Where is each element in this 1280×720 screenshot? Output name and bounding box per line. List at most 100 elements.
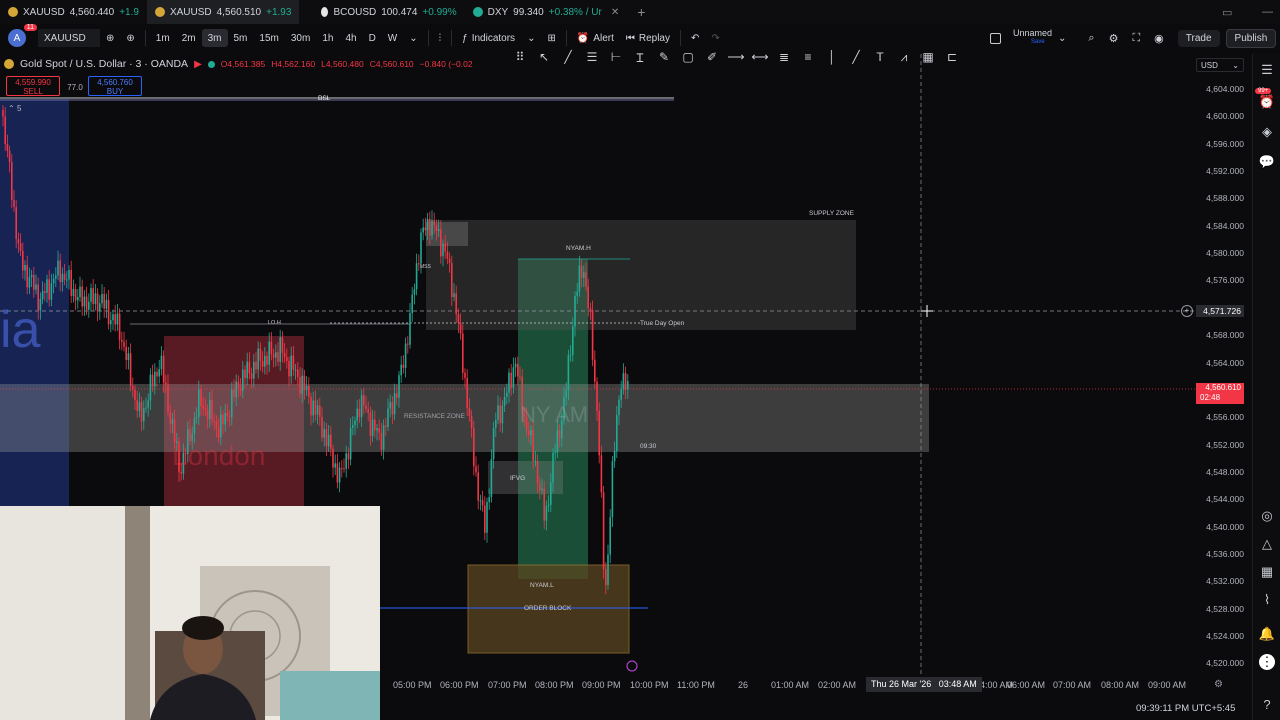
close-tab-icon[interactable]: ✕ bbox=[611, 7, 619, 18]
axis-settings-icon[interactable]: ⚙ bbox=[1214, 679, 1223, 690]
candle-body bbox=[257, 348, 259, 370]
target-icon[interactable]: ◎ bbox=[1259, 508, 1275, 524]
candle-body bbox=[35, 284, 37, 290]
add-symbol-icon[interactable]: ⊕ bbox=[120, 33, 140, 44]
long-position-icon[interactable]: ⊏ bbox=[944, 49, 960, 65]
new-tab-icon[interactable]: + bbox=[637, 4, 645, 20]
user-avatar[interactable]: A 11 bbox=[8, 24, 37, 47]
horizontal-lines-icon[interactable]: ☰ bbox=[584, 49, 600, 65]
gold-icon bbox=[154, 7, 165, 17]
candle-body bbox=[574, 295, 576, 327]
bell-icon[interactable]: 🔔 bbox=[1259, 626, 1275, 642]
buy-price: 4,560.760 bbox=[97, 78, 133, 87]
settings-icon[interactable]: ⚙ bbox=[1109, 32, 1119, 45]
minimize-icon[interactable]: — bbox=[1262, 6, 1273, 18]
chat-icon[interactable]: 💬 bbox=[1259, 154, 1275, 170]
chevron-down-icon[interactable]: ⌄ bbox=[403, 33, 423, 44]
candles-icon[interactable]: ⫶ bbox=[433, 33, 448, 44]
window-icon[interactable]: ▭ bbox=[1222, 6, 1232, 19]
text-icon[interactable]: T bbox=[872, 49, 888, 65]
interval-15m[interactable]: 15m bbox=[253, 33, 284, 44]
candle-body bbox=[429, 219, 431, 236]
candle-body bbox=[107, 299, 110, 325]
layers-icon[interactable]: ◈ bbox=[1259, 124, 1275, 140]
layout-name[interactable]: Unnamed Save bbox=[1013, 29, 1052, 47]
candle-body bbox=[440, 229, 442, 257]
replay-button[interactable]: ⏮ Replay bbox=[620, 33, 676, 44]
cursor-icon[interactable]: ↖ bbox=[536, 49, 552, 65]
rectangle-icon[interactable]: ▢ bbox=[680, 49, 696, 65]
interval-w[interactable]: W bbox=[382, 33, 403, 44]
extended-line-icon[interactable]: ⟷ bbox=[751, 49, 768, 65]
interval-1m[interactable]: 1m bbox=[150, 33, 176, 44]
layout-checkbox-icon[interactable] bbox=[990, 32, 1001, 44]
fib-icon[interactable]: ≣ bbox=[776, 49, 792, 65]
tab-change: +0.38% / Ur bbox=[548, 6, 602, 18]
interval-4h[interactable]: 4h bbox=[339, 33, 362, 44]
candle-body bbox=[334, 463, 336, 468]
channel-icon[interactable]: ≡ bbox=[800, 49, 816, 65]
templates-icon[interactable]: ⊞ bbox=[541, 33, 561, 44]
interval-2m[interactable]: 2m bbox=[176, 33, 202, 44]
interval-d[interactable]: D bbox=[363, 33, 382, 44]
undo-icon[interactable]: ↶ bbox=[685, 33, 705, 44]
tab-dxy[interactable]: DXY 99.340 +0.38% / Ur ✕ bbox=[465, 0, 628, 24]
alerts-icon[interactable]: ⏰ bbox=[1259, 94, 1275, 110]
range-icon[interactable]: ⊢ bbox=[608, 49, 624, 65]
line-icon[interactable]: ╱ bbox=[848, 49, 864, 65]
drag-handle-icon[interactable]: ⠿ bbox=[512, 49, 528, 65]
indicator-count: 5 bbox=[16, 104, 22, 113]
ideas-icon[interactable]: △ bbox=[1259, 536, 1275, 552]
indicators-button[interactable]: ƒ Indicators bbox=[456, 33, 521, 44]
chevron-down-icon[interactable]: ⌄ bbox=[521, 33, 541, 44]
grid-icon[interactable]: ▦ bbox=[920, 49, 936, 65]
interval-5m[interactable]: 5m bbox=[228, 33, 254, 44]
candle-body bbox=[517, 363, 519, 377]
redo-icon[interactable]: ↷ bbox=[705, 33, 725, 44]
watchlist-icon[interactable]: ☰ bbox=[1259, 62, 1275, 78]
indicator-toggle[interactable]: ⌃ 5 bbox=[8, 104, 21, 113]
ray-icon[interactable]: ⟶ bbox=[727, 49, 744, 65]
broadcast-icon[interactable]: ⌇ bbox=[1259, 592, 1275, 608]
camera-icon[interactable]: ◉ bbox=[1154, 32, 1164, 45]
symbol-search[interactable]: XAUUSD bbox=[38, 29, 100, 47]
candle-body bbox=[66, 279, 68, 281]
interval-1h[interactable]: 1h bbox=[316, 33, 339, 44]
red-flag-icon[interactable]: ▶ bbox=[194, 59, 202, 70]
candle-body bbox=[605, 569, 607, 586]
legend-title[interactable]: Gold Spot / U.S. Dollar · 3 · OANDA bbox=[20, 58, 188, 70]
apps-icon[interactable]: ⋮ bbox=[1259, 654, 1275, 670]
compare-icon[interactable]: ⊕ bbox=[100, 33, 120, 44]
buy-button[interactable]: 4,560.760 BUY bbox=[88, 76, 142, 96]
currency-select[interactable]: USD ⌄ bbox=[1196, 58, 1244, 72]
calendar-icon[interactable]: ▦ bbox=[1259, 564, 1275, 580]
interval-30m[interactable]: 30m bbox=[285, 33, 316, 44]
path-icon[interactable]: ⩘ bbox=[896, 49, 912, 65]
tab-xauusd-1[interactable]: XAUUSD 4,560.440 +1.9 bbox=[0, 0, 147, 24]
drawing-toolbar: ⠿ ↖ ╱ ☰ ⊢ Ɪ ✎ ▢ ✐ ⟶ ⟷ ≣ ≡ │ ╱ T ⩘ ▦ ⊏ bbox=[512, 46, 960, 68]
sell-button[interactable]: 4,559.990 SELL bbox=[6, 76, 60, 96]
candle-body bbox=[215, 421, 218, 429]
pen-icon[interactable]: ✐ bbox=[704, 49, 720, 65]
crosshair-cursor-icon bbox=[921, 305, 933, 317]
candle-body bbox=[470, 416, 473, 429]
add-alert-icon[interactable]: + bbox=[1181, 305, 1193, 317]
trendline-icon[interactable]: ╱ bbox=[560, 49, 576, 65]
text-cursor-icon[interactable]: Ɪ bbox=[632, 49, 648, 65]
tab-xauusd-2[interactable]: XAUUSD 4,560.510 +1.93 bbox=[146, 0, 300, 24]
interval-3m[interactable]: 3m bbox=[201, 29, 228, 47]
label-nyam-l: NYAM.L bbox=[530, 582, 554, 589]
fullscreen-icon[interactable]: ⛶ bbox=[1132, 32, 1140, 45]
search-icon[interactable]: ⌕ bbox=[1088, 32, 1094, 45]
candle-body bbox=[393, 393, 396, 415]
vertical-line-icon[interactable]: │ bbox=[824, 49, 840, 65]
publish-button[interactable]: Publish bbox=[1225, 28, 1277, 48]
layout-save-label: Save bbox=[1031, 39, 1045, 45]
chevron-down-icon[interactable]: ⌄ bbox=[1058, 33, 1066, 44]
candle-body bbox=[371, 419, 374, 436]
tab-bcousd[interactable]: BCOUSD 100.474 +0.99% bbox=[313, 0, 464, 24]
alert-button[interactable]: ⏰ Alert bbox=[571, 33, 620, 44]
help-icon[interactable]: ? bbox=[1259, 696, 1275, 712]
trade-button[interactable]: Trade bbox=[1177, 29, 1220, 47]
brush-icon[interactable]: ✎ bbox=[656, 49, 672, 65]
